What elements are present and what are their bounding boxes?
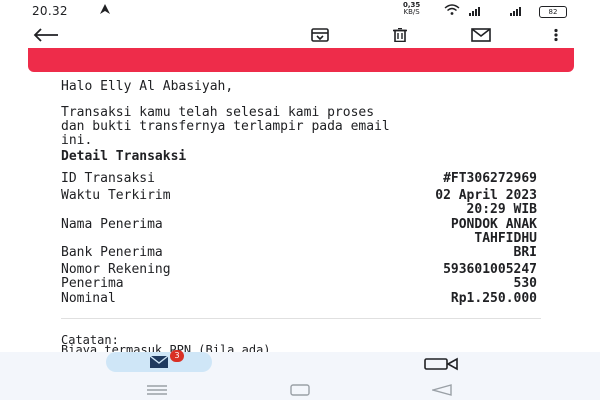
mail-icon: [471, 28, 491, 42]
detail-value-transaction-id: #FT306272969: [443, 171, 537, 186]
message-line: dan bukti transfernya terlampir pada ema…: [61, 119, 390, 134]
detail-label-recipient-name: Nama Penerima: [61, 217, 163, 232]
detail-label-transaction-id: ID Transaksi: [61, 171, 155, 186]
video-camera-icon: [424, 357, 458, 371]
detail-value-recipient-name: PONDOK ANAK TAHFIDHU: [451, 218, 537, 246]
meet-tab-button[interactable]: [424, 356, 458, 375]
divider: [61, 318, 541, 319]
delete-button[interactable]: [386, 22, 414, 48]
trash-icon: [393, 28, 407, 42]
square-icon: [290, 384, 310, 396]
status-time: 20.32: [32, 4, 68, 18]
status-bar: 20.32 0,35 KB/S 82: [0, 0, 600, 22]
unread-count-badge: 3: [170, 350, 184, 362]
mark-unread-button[interactable]: [464, 22, 498, 48]
battery-level: 82: [548, 8, 558, 16]
sent-clock: 20:29 WIB: [466, 202, 537, 217]
navigation-arrow-icon: [100, 4, 110, 17]
account-label-line: Penerima: [61, 276, 124, 291]
detail-value-amount: Rp1.250.000: [450, 291, 537, 306]
detail-value-account-number: 593601005247 530: [443, 263, 537, 291]
account-number-line: 530: [513, 276, 537, 291]
account-number-line: 593601005247: [443, 262, 537, 277]
back-nav-button[interactable]: [430, 381, 452, 400]
mail-tab-button[interactable]: [106, 352, 212, 372]
email-body: Halo Elly Al Abasiyah, Transaksi kamu te…: [0, 48, 600, 352]
message-text: Transaksi kamu telah selesai kami proses…: [61, 106, 541, 148]
message-line: ini.: [61, 133, 93, 148]
home-nav-button[interactable]: [290, 381, 310, 400]
more-options-button[interactable]: [548, 22, 564, 48]
system-navigation-bar: [0, 374, 600, 400]
greeting: Halo Elly Al Abasiyah,: [61, 79, 234, 94]
detail-label-sent-time: Waktu Terkirim: [61, 188, 171, 203]
email-toolbar: [0, 22, 600, 48]
signal-2-icon: [510, 6, 521, 16]
recipient-name-line: PONDOK ANAK: [450, 217, 537, 232]
email-header-banner: [28, 48, 574, 72]
detail-value-sent-time: 02 April 2023 20:29 WIB: [435, 189, 537, 217]
menu-nav-button[interactable]: [146, 381, 168, 400]
menu-lines-icon: [147, 385, 167, 395]
mail-icon: [149, 355, 169, 368]
bottom-app-bar: 3: [0, 350, 600, 375]
signal-1-icon: [469, 6, 480, 16]
recipient-name-line: TAHFIDHU: [474, 231, 537, 246]
arrow-left-icon: [33, 28, 58, 42]
account-label-line: Nomor Rekening: [61, 262, 171, 277]
more-vert-icon: [554, 28, 558, 42]
back-button[interactable]: [32, 22, 60, 48]
sent-date: 02 April 2023: [435, 188, 537, 203]
archive-icon: [311, 28, 329, 42]
triangle-back-icon: [430, 384, 452, 396]
network-speed: 0,35 KB/S: [403, 2, 420, 16]
detail-label-recipient-bank: Bank Penerima: [61, 245, 163, 260]
battery-icon: 82: [539, 6, 567, 18]
network-speed-unit: KB/S: [403, 8, 420, 16]
message-line: Transaksi kamu telah selesai kami proses: [61, 105, 375, 120]
notes-text: Biaya termasuk PPN (Bila ada): [61, 343, 271, 352]
section-title: Detail Transaksi: [61, 149, 187, 164]
wifi-icon: [444, 4, 460, 18]
detail-label-amount: Nominal: [61, 291, 116, 306]
archive-button[interactable]: [306, 22, 334, 48]
detail-value-recipient-bank: BRI: [513, 245, 537, 260]
detail-label-account-number: Nomor Rekening Penerima: [61, 263, 171, 291]
